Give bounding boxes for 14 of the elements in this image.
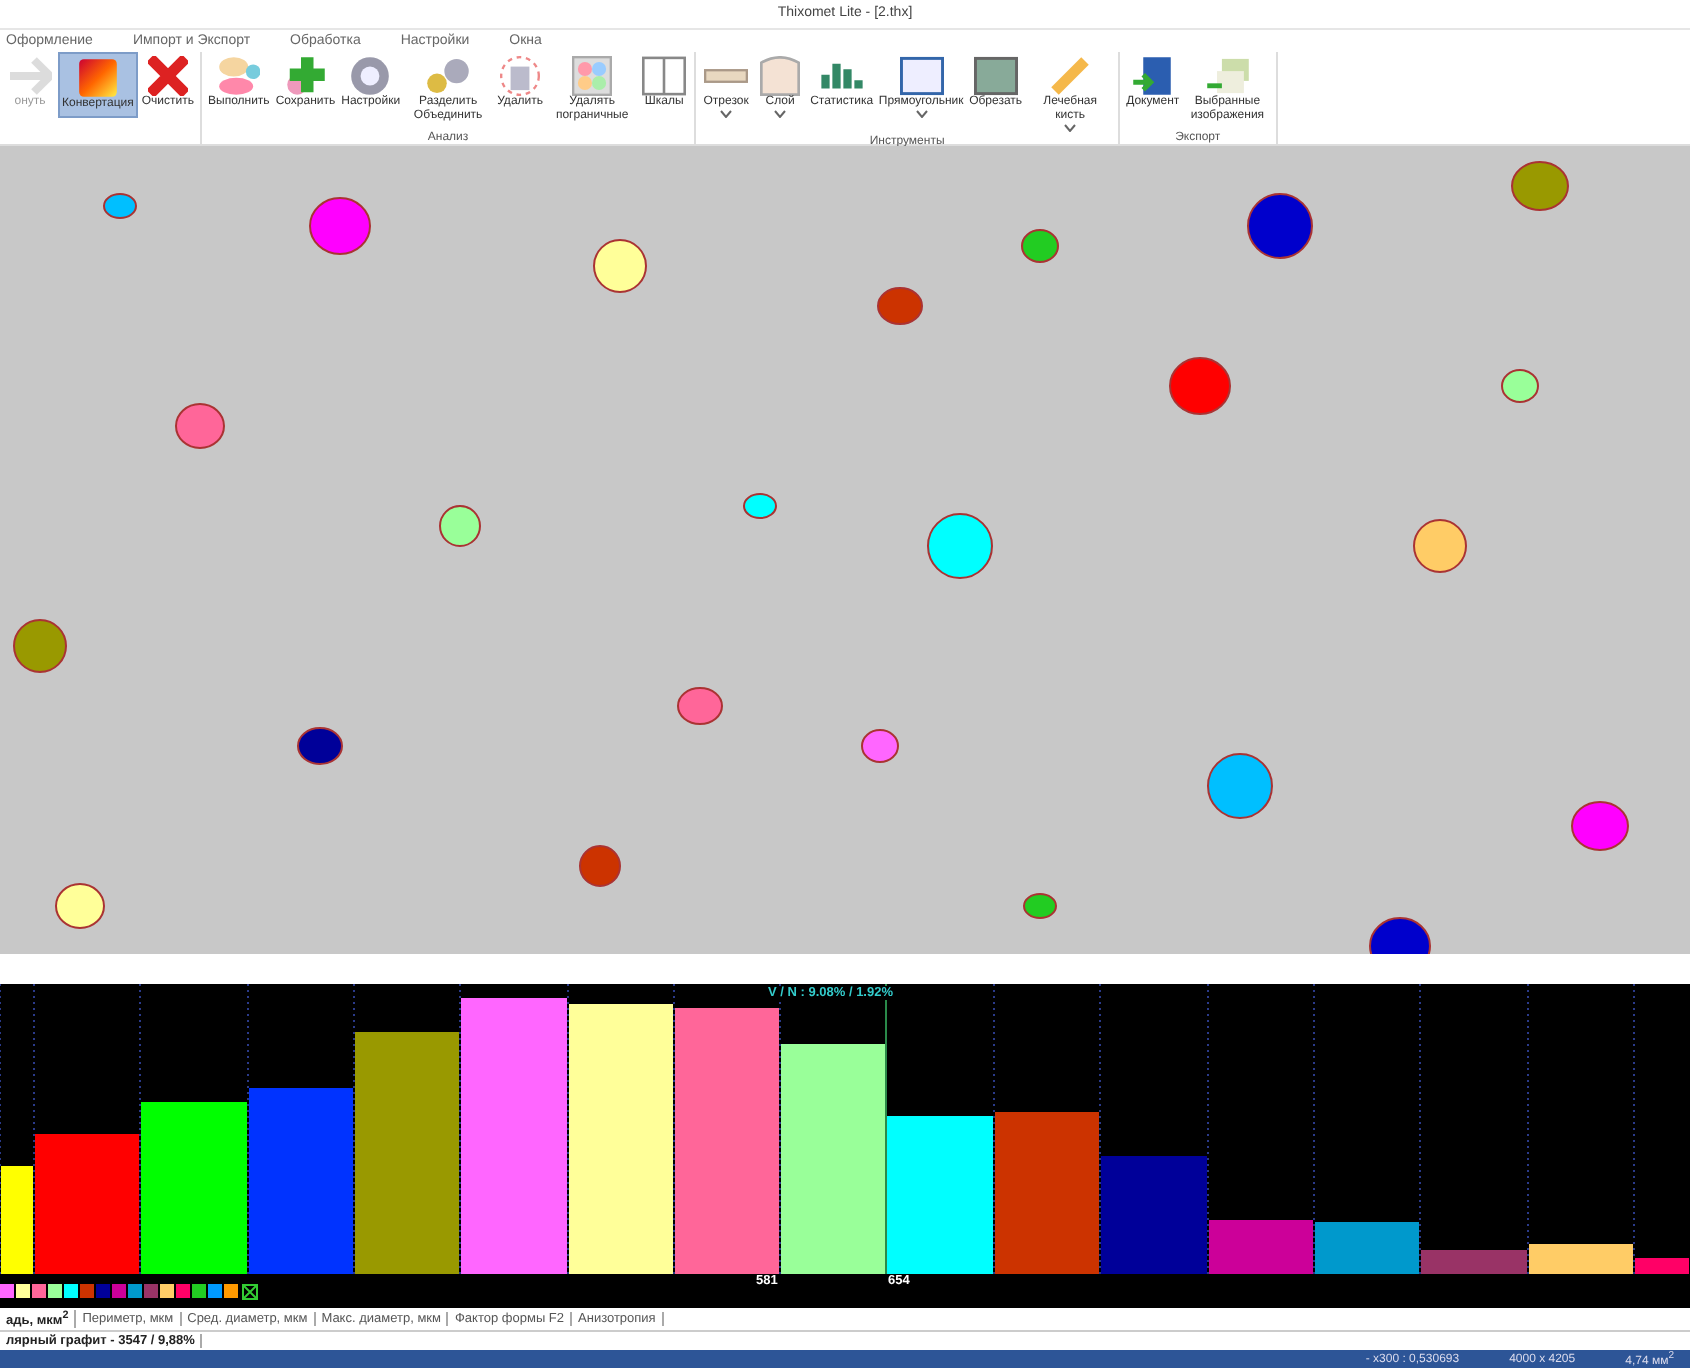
blobs-icon bbox=[426, 56, 471, 96]
gradient-icon bbox=[77, 58, 118, 98]
rectangle-icon bbox=[899, 56, 944, 96]
layer-icon bbox=[760, 56, 801, 96]
document-icon bbox=[1132, 56, 1173, 96]
plus-icon bbox=[285, 56, 326, 96]
arrow-icon bbox=[8, 56, 52, 96]
close-icon bbox=[147, 56, 188, 96]
clear-icon bbox=[242, 1283, 258, 1299]
images-icon bbox=[1205, 56, 1250, 96]
grid-icon bbox=[572, 56, 613, 96]
book-icon bbox=[642, 56, 687, 96]
blobs-icon bbox=[217, 56, 261, 96]
gear-icon bbox=[350, 56, 391, 96]
